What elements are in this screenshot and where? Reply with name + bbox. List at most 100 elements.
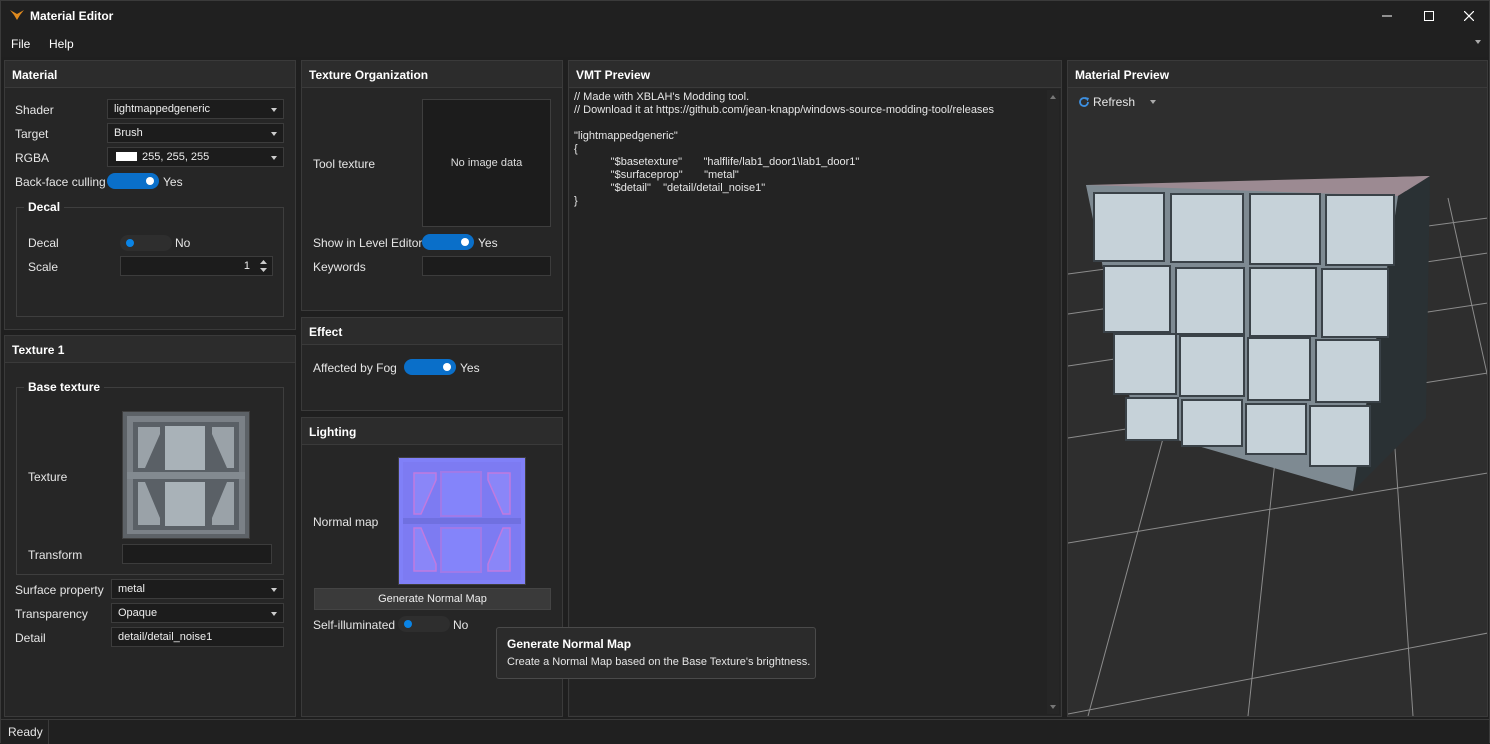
menu-help[interactable]: Help: [49, 37, 74, 51]
menu-overflow-chevron-icon[interactable]: [1475, 40, 1481, 44]
refresh-button[interactable]: Refresh: [1078, 95, 1157, 109]
menu-file[interactable]: File: [11, 37, 30, 51]
refresh-label: Refresh: [1093, 95, 1136, 109]
shader-value: lightmappedgeneric: [114, 103, 211, 115]
minimize-icon: [1382, 15, 1392, 17]
close-button[interactable]: [1447, 1, 1490, 31]
material-panel-title: Material: [5, 61, 295, 88]
transform-label: Transform: [28, 548, 83, 562]
decal-group-title: Decal: [24, 200, 65, 214]
self-illuminated-toggle[interactable]: [398, 616, 450, 632]
fog-value: Yes: [460, 361, 480, 375]
scale-label: Scale: [28, 260, 59, 274]
show-in-editor-label: Show in Level Editor: [313, 236, 423, 250]
menu-bar: File Help: [1, 31, 1489, 57]
maximize-button[interactable]: [1407, 1, 1451, 31]
chevron-down-icon: [271, 108, 277, 112]
chevron-down-icon: [271, 588, 277, 592]
surface-value: metal: [118, 583, 145, 595]
chevron-down-icon: [271, 612, 277, 616]
chevron-down-icon: [271, 132, 277, 136]
scale-value: 1: [243, 260, 250, 272]
effect-panel: Effect Affected by Fog Yes: [301, 317, 563, 411]
detail-value: detail/detail_noise1: [118, 631, 213, 643]
shader-dropdown[interactable]: lightmappedgeneric: [107, 99, 284, 119]
base-texture-group: Base texture Texture Transform: [16, 380, 284, 575]
no-image-text: No image data: [450, 157, 523, 169]
rgba-label: RGBA: [15, 151, 50, 165]
app-logo-icon: [10, 10, 24, 20]
keywords-input[interactable]: [422, 256, 551, 276]
transparency-label: Transparency: [15, 607, 88, 621]
keywords-label: Keywords: [313, 260, 366, 274]
grid-and-cube-render: [1068, 176, 1487, 716]
door-texture-thumbnail: [123, 412, 249, 538]
tool-texture-label: Tool texture: [313, 157, 376, 171]
scroll-up-icon[interactable]: [1050, 95, 1056, 99]
target-dropdown[interactable]: Brush: [107, 123, 284, 143]
tool-texture-image[interactable]: No image data: [422, 99, 551, 227]
chevron-down-icon: [271, 156, 277, 160]
fog-toggle[interactable]: [404, 359, 456, 375]
self-illuminated-value: No: [453, 618, 469, 632]
shader-label: Shader: [15, 103, 54, 117]
base-texture-image[interactable]: [122, 411, 250, 539]
maximize-icon: [1424, 11, 1434, 21]
fog-label: Affected by Fog: [313, 361, 397, 375]
generate-normal-map-tooltip: Generate Normal Map Create a Normal Map …: [496, 627, 816, 679]
material-panel: Material Shader lightmappedgeneric Targe…: [4, 60, 296, 330]
title-bar: Material Editor: [1, 1, 1489, 31]
surface-label: Surface property: [15, 583, 104, 597]
rgba-dropdown[interactable]: 255, 255, 255: [107, 147, 284, 167]
backface-label: Back-face culling: [15, 175, 106, 189]
tooltip-body: Create a Normal Map based on the Base Te…: [507, 656, 811, 668]
vmt-scrollbar[interactable]: [1047, 90, 1059, 714]
normal-map-image[interactable]: [398, 457, 526, 585]
decal-value: No: [175, 236, 191, 250]
lighting-title: Lighting: [302, 418, 562, 445]
show-in-editor-value: Yes: [478, 236, 498, 250]
transform-input[interactable]: [122, 544, 272, 564]
spinner-arrows-icon[interactable]: [260, 260, 267, 272]
decal-group: Decal Decal No Scale 1: [16, 200, 284, 317]
3d-viewport[interactable]: Refresh: [1068, 88, 1487, 716]
vmt-preview-title: VMT Preview: [569, 61, 1061, 88]
status-bar: Ready: [1, 719, 1489, 744]
texture-label: Texture: [28, 470, 68, 484]
show-in-editor-toggle[interactable]: [422, 234, 474, 250]
tooltip-title: Generate Normal Map: [507, 637, 632, 651]
transparency-value: Opaque: [118, 607, 158, 619]
minimize-button[interactable]: [1365, 1, 1409, 31]
texture1-panel: Texture 1 Base texture Texture Transform: [4, 335, 296, 717]
self-illuminated-label: Self-illuminated: [313, 618, 396, 632]
vmt-preview-panel: VMT Preview // Made with XBLAH's Modding…: [568, 60, 1062, 717]
base-texture-group-title: Base texture: [24, 380, 105, 394]
decal-toggle[interactable]: [120, 235, 172, 251]
target-value: Brush: [114, 127, 143, 139]
vmt-text-area[interactable]: // Made with XBLAH's Modding tool. // Do…: [570, 89, 1060, 715]
decal-label: Decal: [28, 236, 59, 250]
scale-spinner[interactable]: 1: [120, 256, 273, 276]
normal-map-label: Normal map: [313, 515, 379, 529]
refresh-dropdown-chevron-icon[interactable]: [1150, 100, 1157, 104]
surface-dropdown[interactable]: metal: [111, 579, 284, 599]
texture1-panel-title: Texture 1: [5, 336, 295, 363]
rgba-value: 255, 255, 255: [142, 151, 210, 163]
detail-input[interactable]: detail/detail_noise1: [111, 627, 284, 647]
normal-map-thumbnail: [399, 458, 525, 584]
texture-organization-title: Texture Organization: [302, 61, 562, 88]
backface-value: Yes: [163, 175, 183, 189]
texture-organization-panel: Texture Organization Tool texture No ima…: [301, 60, 563, 311]
refresh-icon: [1079, 97, 1089, 107]
close-icon: [1464, 11, 1474, 21]
material-preview-panel: Material Preview Refresh: [1067, 60, 1488, 717]
backface-toggle[interactable]: [107, 173, 159, 189]
material-editor-window: Material Editor File Help Material Shade…: [0, 0, 1490, 744]
status-divider: [48, 720, 49, 744]
status-text: Ready: [8, 725, 43, 739]
generate-normal-map-button[interactable]: Generate Normal Map: [314, 588, 551, 610]
scroll-down-icon[interactable]: [1050, 705, 1056, 709]
transparency-dropdown[interactable]: Opaque: [111, 603, 284, 623]
color-swatch: [116, 152, 137, 161]
window-title: Material Editor: [30, 9, 114, 23]
